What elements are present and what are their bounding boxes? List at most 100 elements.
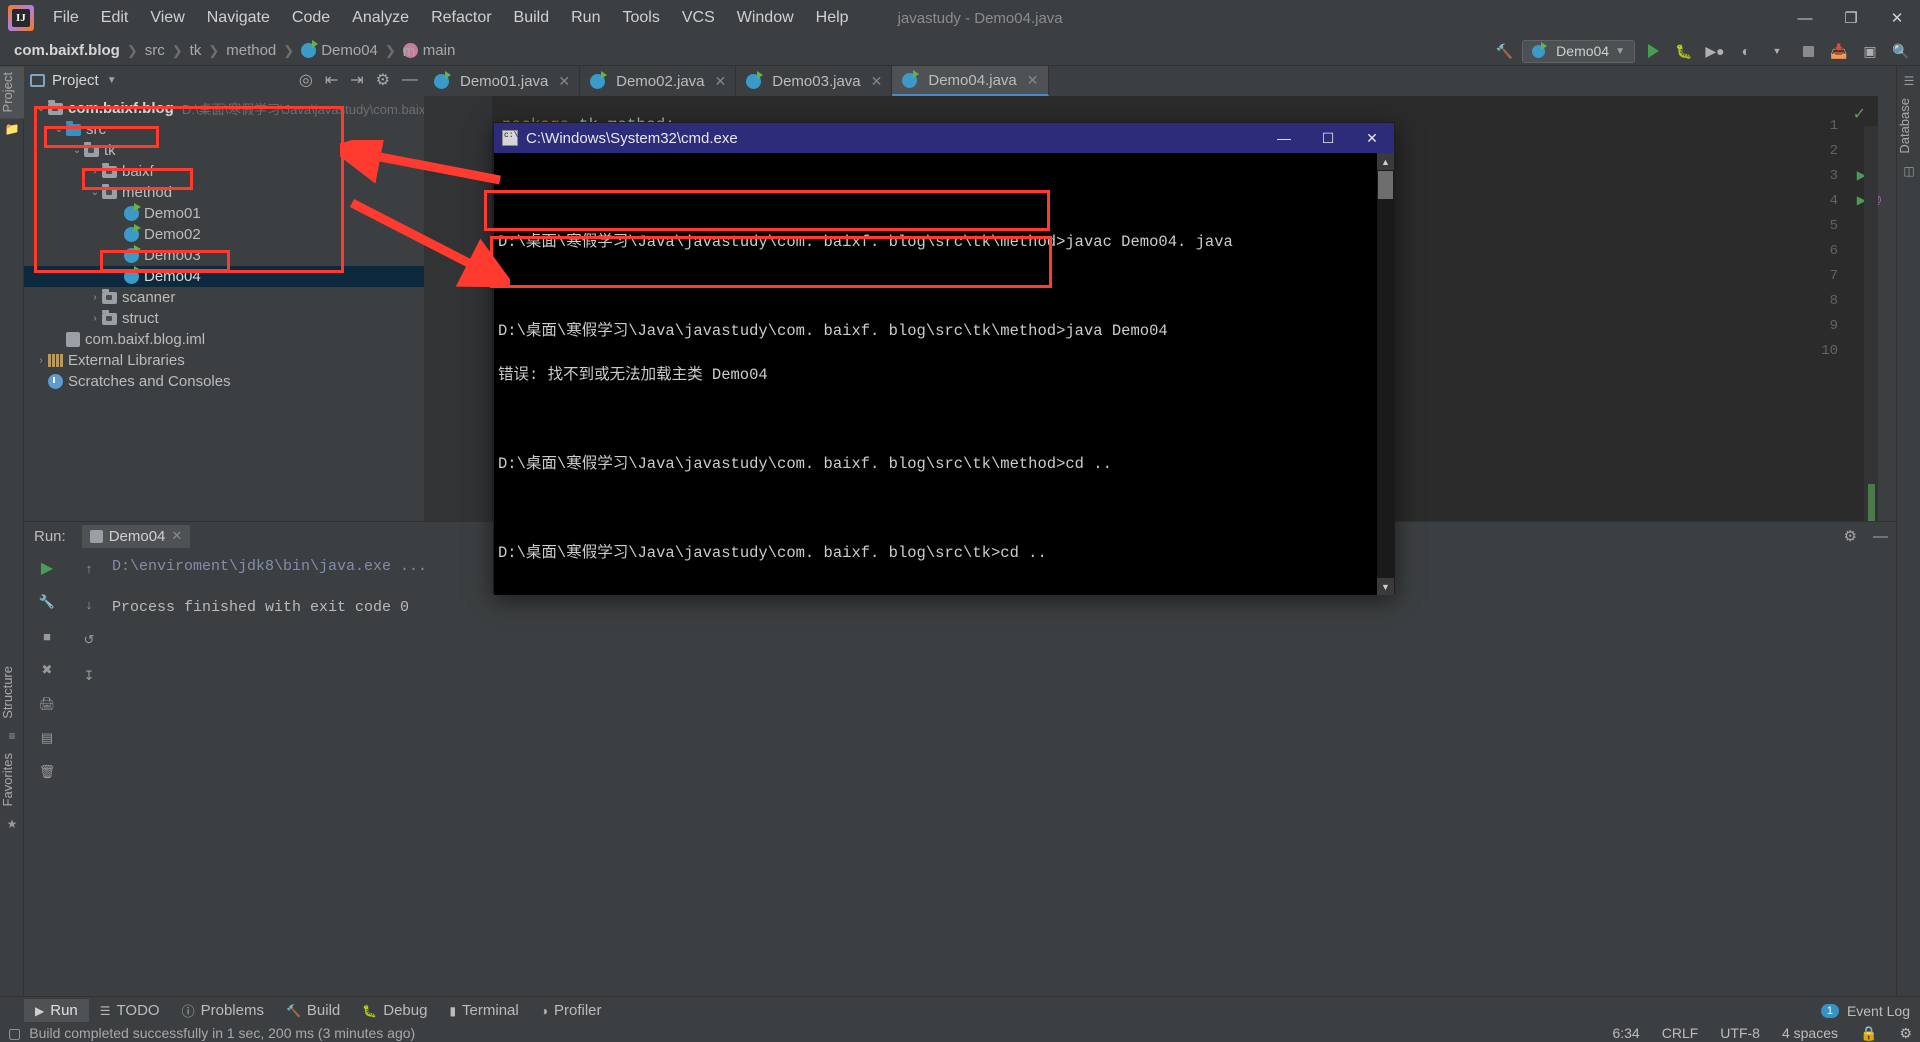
bottom-tab-profiler[interactable]: ◑ Profiler [530,999,613,1022]
up-arrow-icon[interactable]: ↑ [78,558,100,578]
structure-icon[interactable]: ≡ [0,725,24,747]
breadcrumb-member[interactable]: m main [402,42,455,60]
star-icon[interactable]: ★ [0,813,24,835]
tree-node-scratches[interactable]: Scratches and Consoles [24,371,424,392]
chevron-down-icon[interactable]: ▼ [1764,39,1790,63]
cmd-close-icon[interactable]: ✕ [1350,123,1394,153]
editor-right-gutter[interactable] [1864,126,1878,528]
close-icon[interactable]: ✕ [558,73,570,90]
trash-icon[interactable]: 🗑 [36,762,58,782]
menu-file[interactable]: File [42,5,90,31]
file-encoding[interactable]: UTF-8 [1720,1025,1760,1041]
wrench-icon[interactable]: 🔧 [36,592,58,612]
bottom-tab-problems[interactable]: ⓘ Problems [171,998,275,1023]
tree-node-src[interactable]: ⌄ src [24,119,424,140]
bottom-tab-todo[interactable]: ☰ TODO [89,999,171,1022]
run-console-output[interactable]: D:\enviroment\jdk8\bin\java.exe ... Proc… [108,550,1896,1006]
settings-gear-icon[interactable]: ⚙ [1844,527,1857,545]
chevron-right-icon[interactable]: › [34,355,48,366]
collapse-all-icon[interactable]: ⇥ [350,70,363,90]
bottom-tab-build[interactable]: 🔨 Build [275,999,351,1022]
scrollbar-thumb[interactable] [1378,171,1393,199]
menu-run[interactable]: Run [560,5,611,31]
caret-position[interactable]: 6:34 [1612,1025,1639,1041]
stop-icon[interactable]: ■ [36,626,58,646]
menu-vcs[interactable]: VCS [671,5,726,31]
cmd-console[interactable]: D:\桌面\寒假学习\Java\javastudy\com. baixf. bl… [494,153,1394,595]
chevron-right-icon[interactable]: › [88,313,102,324]
chevron-down-icon[interactable]: ⌄ [52,124,66,135]
tree-node-iml[interactable]: com.baixf.blog.iml [24,329,424,350]
run-tab-demo04[interactable]: Demo04 ✕ [81,524,191,548]
tree-node-root[interactable]: ⌄ com.baixf.blog D:\桌面\寒假学习\Java\javastu… [24,98,440,119]
sidebar-item-favorites[interactable]: Favorites [0,747,24,812]
tree-node-external-libraries[interactable]: › External Libraries [24,350,424,371]
down-arrow-icon[interactable]: ↓ [78,594,100,614]
menu-refactor[interactable]: Refactor [420,5,502,31]
line-separator[interactable]: CRLF [1662,1025,1699,1041]
search-icon[interactable]: 🔍 [1888,39,1914,63]
tree-node-struct[interactable]: › struct [24,308,424,329]
layout-icon[interactable]: ▣ [1857,39,1883,63]
profile-button[interactable]: ◐ [1733,39,1759,63]
close-icon[interactable]: ✕ [715,73,727,90]
cmd-title-bar[interactable]: C:\Windows\System32\cmd.exe — ☐ ✕ [494,123,1394,153]
tree-node-scanner[interactable]: › scanner [24,287,424,308]
editor-gutter[interactable] [424,96,492,521]
close-icon[interactable]: ✕ [1874,0,1920,36]
pin-tab-icon[interactable]: ✖ [36,660,58,680]
cmd-minimize-icon[interactable]: — [1262,123,1306,153]
sidebar-item-database[interactable]: Database [1897,92,1920,160]
chevron-down-icon[interactable]: ▼ [107,75,117,86]
sidebar-item-structure[interactable]: Structure [0,660,24,725]
tab-demo03[interactable]: Demo03.java ✕ [736,66,893,96]
scroll-up-icon[interactable]: ▲ [1377,153,1394,170]
menu-help[interactable]: Help [805,5,860,31]
settings-gear-icon[interactable]: ⚙ [376,70,390,90]
chevron-down-icon[interactable]: ⌄ [88,187,102,198]
tree-node-demo04[interactable]: Demo04 [24,266,424,287]
restore-layout-icon[interactable]: ▤ [36,728,58,748]
tab-demo02[interactable]: Demo02.java ✕ [580,66,737,96]
cmd-maximize-icon[interactable]: ☐ [1306,123,1350,153]
close-icon[interactable]: ✕ [1027,72,1039,89]
cmd-window[interactable]: C:\Windows\System32\cmd.exe — ☐ ✕ D:\桌面\… [493,122,1395,595]
minimize-icon[interactable]: — [1782,0,1828,36]
event-log-label[interactable]: Event Log [1847,1003,1910,1019]
cmd-scrollbar[interactable]: ▲ ▼ [1377,153,1394,595]
rerun-icon[interactable]: ▶ [36,558,58,578]
breadcrumb-src[interactable]: src [145,42,165,59]
sidebar-item-project[interactable]: Project [0,66,24,119]
folder-icon[interactable]: 📁 [0,118,24,140]
tree-node-tk[interactable]: ⌄ tk [24,140,424,161]
menu-code[interactable]: Code [281,5,341,31]
soft-wrap-icon[interactable]: ↺ [78,630,100,650]
debug-button[interactable]: 🐛 [1671,39,1697,63]
breadcrumb-class[interactable]: Demo04 [301,40,378,59]
maximize-icon[interactable]: ❐ [1828,0,1874,36]
tree-node-demo01[interactable]: Demo01 [24,203,424,224]
menu-tools[interactable]: Tools [611,5,670,31]
database-icon[interactable]: ◫ [1897,160,1920,182]
chevron-down-icon[interactable]: ⌄ [70,145,84,156]
maximize-panel-icon[interactable]: ☰ [1897,70,1920,92]
tab-demo01[interactable]: Demo01.java ✕ [424,66,581,96]
expand-all-icon[interactable]: ⇤ [325,70,338,90]
tab-demo04[interactable]: Demo04.java ✕ [892,66,1049,96]
run-configuration-selector[interactable]: Demo04 ▼ [1522,39,1635,63]
bottom-tab-terminal[interactable]: ▮ Terminal [438,999,529,1022]
run-with-coverage-button[interactable]: ▶● [1702,39,1728,63]
vcs-branch-icon[interactable]: ⚙ [1899,1025,1912,1042]
breadcrumb-method[interactable]: method [226,42,276,59]
bottom-tab-debug[interactable]: 🐛 Debug [351,999,438,1022]
tree-node-demo03[interactable]: Demo03 [24,245,424,266]
close-icon[interactable]: ✕ [871,73,883,90]
stop-button[interactable] [1795,39,1821,63]
breadcrumb-project[interactable]: com.baixf.blog [14,42,120,59]
run-button[interactable] [1640,39,1666,63]
bottom-tab-run[interactable]: ▶ Run [24,999,89,1022]
menu-navigate[interactable]: Navigate [196,5,281,31]
hide-panel-icon[interactable]: — [402,71,418,89]
locate-icon[interactable]: ◎ [299,70,313,90]
menu-edit[interactable]: Edit [90,5,140,31]
